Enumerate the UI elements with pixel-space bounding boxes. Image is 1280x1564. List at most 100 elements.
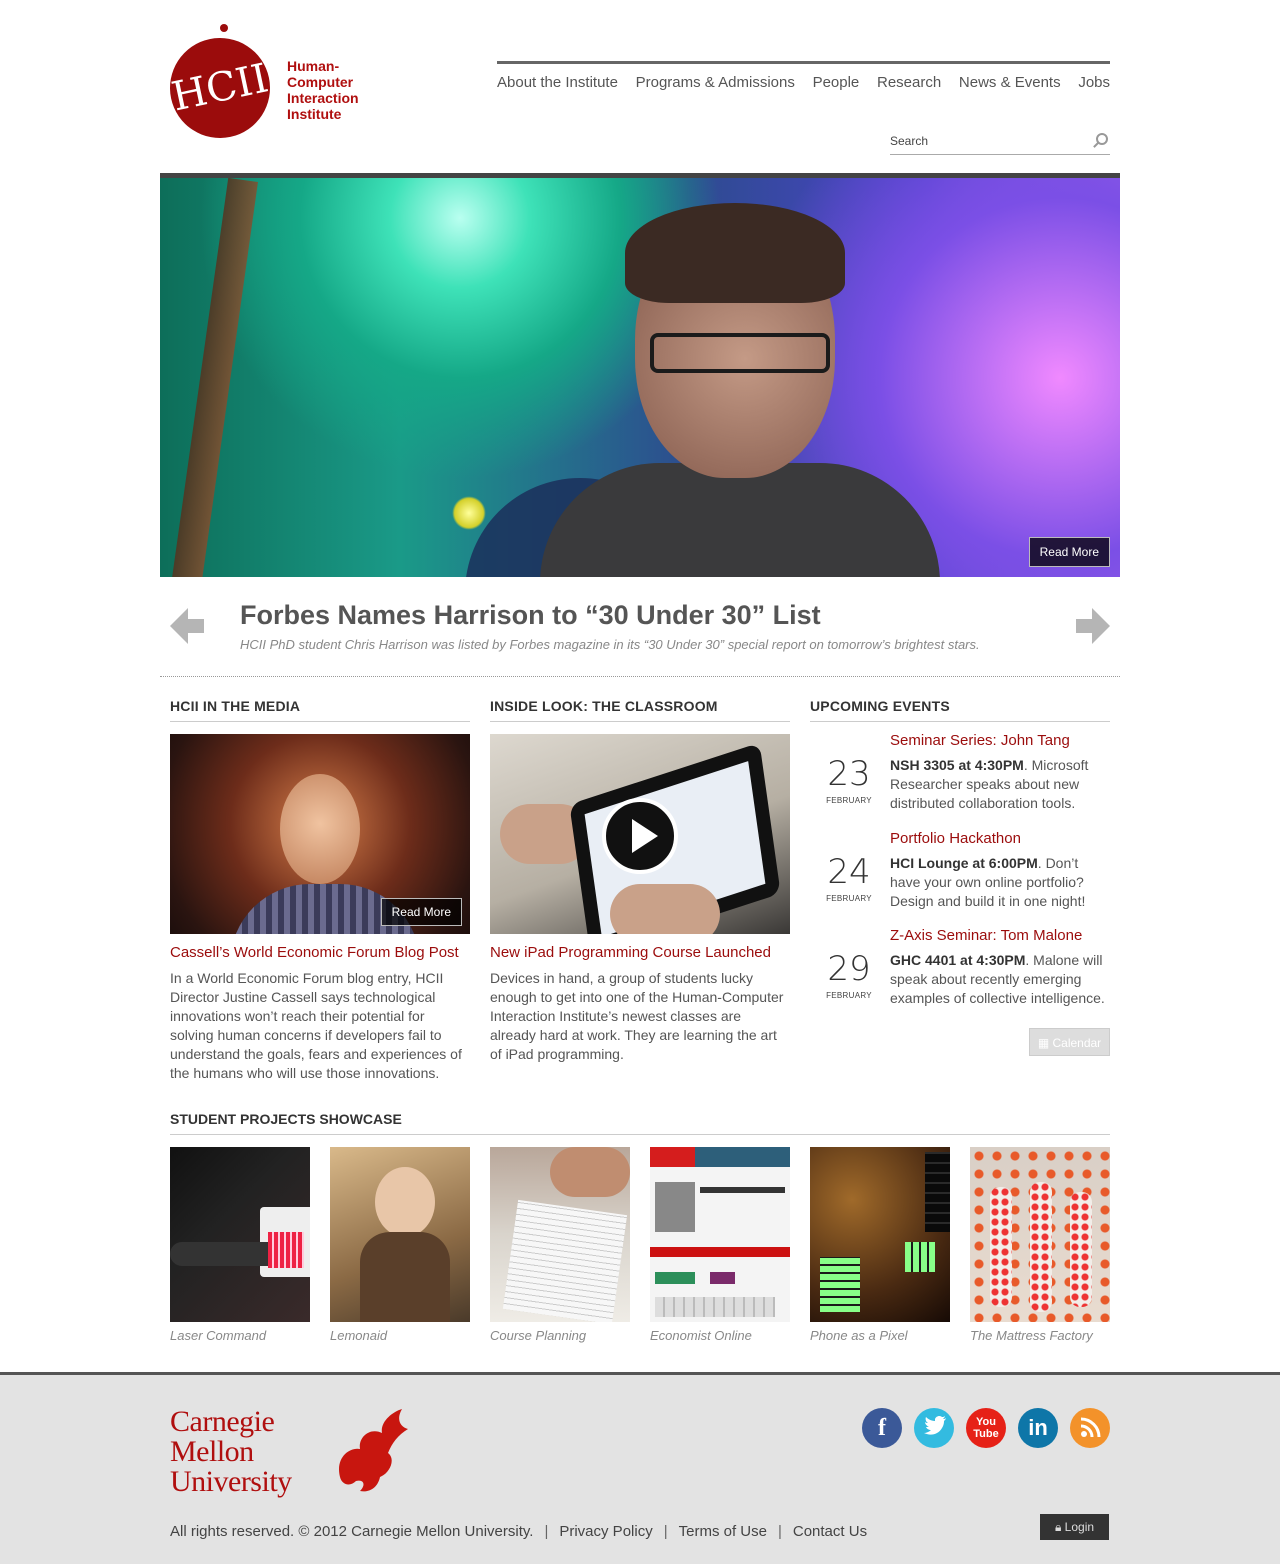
copyright-text: All rights reserved. © 2012 Carnegie Mel… (170, 1523, 534, 1540)
cmu-wordmark-line: University (170, 1465, 292, 1498)
event-description: NSH 3305 at 4:30PM. Microsoft Researcher… (890, 756, 1110, 813)
nav-about[interactable]: About the Institute (497, 74, 618, 91)
facebook-icon[interactable]: f (862, 1408, 902, 1448)
footer-separator: | (544, 1523, 549, 1540)
media-read-more-button[interactable]: Read More (380, 898, 462, 926)
nav-people[interactable]: People (813, 74, 860, 91)
nav-jobs[interactable]: Jobs (1078, 74, 1110, 91)
event-day: 29 (827, 949, 871, 989)
event-day: 24 (827, 852, 871, 892)
project-thumbnail-face (375, 1167, 435, 1237)
project-card[interactable]: Lemonaid (330, 1147, 470, 1343)
event-location: HCI Lounge at 6:00PM (890, 855, 1038, 871)
project-thumbnail-body (360, 1232, 450, 1322)
event-location: GHC 4401 at 4:30PM (890, 952, 1026, 968)
nav-research[interactable]: Research (877, 74, 941, 91)
project-caption[interactable]: Lemonaid (330, 1328, 470, 1343)
logo-dot (220, 24, 228, 32)
search-icon[interactable] (1096, 133, 1108, 145)
cmu-wordmark-line: Carnegie (170, 1405, 275, 1438)
login-label: Login (1064, 1520, 1095, 1534)
event-title-link[interactable]: Seminar Series: John Tang (890, 732, 1110, 749)
project-thumbnail-pixel-x (905, 1242, 935, 1272)
hero-read-more-button[interactable]: Read More (1028, 537, 1110, 567)
griffin-icon (339, 1409, 408, 1492)
play-icon[interactable] (602, 798, 678, 874)
section-divider (160, 676, 1120, 677)
media-article-link[interactable]: Cassell’s World Economic Forum Blog Post (170, 944, 470, 961)
event-title-link[interactable]: Portfolio Hackathon (890, 830, 1110, 847)
linkedin-icon[interactable]: in (1018, 1408, 1058, 1448)
project-thumbnail[interactable] (970, 1147, 1110, 1322)
hcii-logo[interactable]: HCII Human-Computer Interaction Institut… (160, 24, 370, 148)
footer-separator: | (777, 1523, 782, 1540)
project-thumbnail[interactable] (330, 1147, 470, 1322)
rss-icon[interactable] (1070, 1408, 1110, 1448)
next-arrow-icon[interactable] (1076, 608, 1110, 644)
project-card[interactable]: The Mattress Factory (970, 1147, 1110, 1343)
twitter-icon[interactable] (914, 1408, 954, 1448)
project-thumbnail-paper (502, 1199, 628, 1322)
project-card[interactable]: Laser Command (170, 1147, 310, 1343)
showcase-heading: STUDENT PROJECTS SHOWCASE (170, 1111, 1110, 1135)
project-thumbnail[interactable] (170, 1147, 310, 1322)
project-thumbnail-photo (655, 1182, 695, 1232)
project-thumbnail-figure (1070, 1192, 1092, 1307)
terms-of-use-link[interactable]: Terms of Use (679, 1523, 767, 1540)
project-caption[interactable]: Course Planning (490, 1328, 630, 1343)
events-heading: UPCOMING EVENTS (810, 698, 1110, 722)
calendar-button[interactable]: ▦ Calendar (1029, 1028, 1110, 1056)
featured-headline[interactable]: Forbes Names Harrison to “30 Under 30” L… (240, 600, 1060, 631)
project-card[interactable]: Course Planning (490, 1147, 630, 1343)
login-button[interactable]: 🔒︎ Login (1040, 1514, 1109, 1540)
hero-background-branch (172, 178, 258, 577)
rss-glyph (1080, 1417, 1101, 1438)
hero-portrait (540, 203, 940, 577)
footer: Carnegie Mellon University f You Tube in… (0, 1372, 1280, 1564)
project-thumbnail-figure (1030, 1182, 1052, 1312)
cmu-wordmark[interactable]: Carnegie Mellon University (170, 1407, 292, 1497)
youtube-icon[interactable]: You Tube (966, 1408, 1006, 1448)
event-month: FEBRUARY (826, 796, 872, 805)
media-photo[interactable]: Read More (170, 734, 470, 934)
classroom-article-link[interactable]: New iPad Programming Course Launched (490, 944, 790, 961)
twitter-bird-glyph (924, 1415, 946, 1435)
classroom-heading: INSIDE LOOK: THE CLASSROOM (490, 698, 790, 722)
contact-us-link[interactable]: Contact Us (793, 1523, 867, 1540)
hero-slideshow: Read More (160, 173, 1120, 577)
hero-portrait-glasses (650, 333, 830, 373)
event-title-link[interactable]: Z-Axis Seminar: Tom Malone (890, 927, 1110, 944)
privacy-policy-link[interactable]: Privacy Policy (559, 1523, 652, 1540)
calendar-icon: ▦ (1037, 1036, 1053, 1050)
project-caption[interactable]: Phone as a Pixel (810, 1328, 950, 1343)
search-input[interactable] (890, 130, 1080, 152)
classroom-video-thumbnail[interactable] (490, 734, 790, 934)
nav-programs[interactable]: Programs & Admissions (636, 74, 795, 91)
project-thumbnail-bar-red (650, 1247, 790, 1257)
previous-arrow-icon[interactable] (170, 608, 204, 644)
nav-news-events[interactable]: News & Events (959, 74, 1061, 91)
project-thumbnail[interactable] (810, 1147, 950, 1322)
main-nav: About the Institute Programs & Admission… (497, 61, 1110, 91)
event-month: FEBRUARY (826, 894, 872, 903)
footer-separator: | (663, 1523, 668, 1540)
media-article-body: In a World Economic Forum blog entry, HC… (170, 970, 462, 1081)
project-card[interactable]: Phone as a Pixel (810, 1147, 950, 1343)
event-description: GHC 4401 at 4:30PM. Malone will speak ab… (890, 951, 1110, 1008)
project-thumbnail-hand (550, 1147, 630, 1197)
project-caption[interactable]: Laser Command (170, 1328, 310, 1343)
logo-institute-name: Human-Computer Interaction Institute (287, 58, 359, 122)
calendar-button-label: Calendar (1052, 1036, 1102, 1050)
project-thumbnail-title-line (700, 1187, 785, 1193)
project-caption[interactable]: Economist Online (650, 1328, 790, 1343)
classroom-hand-right (610, 884, 720, 934)
project-thumbnail[interactable] (490, 1147, 630, 1322)
project-caption[interactable]: The Mattress Factory (970, 1328, 1110, 1343)
project-thumbnail-bar-purple (710, 1272, 735, 1284)
classroom-article-body: Devices in hand, a group of students luc… (490, 970, 784, 1062)
logo-mark: HCII (160, 28, 280, 148)
cmu-wordmark-line: Mellon (170, 1435, 254, 1468)
project-thumbnail[interactable] (650, 1147, 790, 1322)
project-card[interactable]: Economist Online (650, 1147, 790, 1343)
project-thumbnail-bar-green (655, 1272, 695, 1284)
